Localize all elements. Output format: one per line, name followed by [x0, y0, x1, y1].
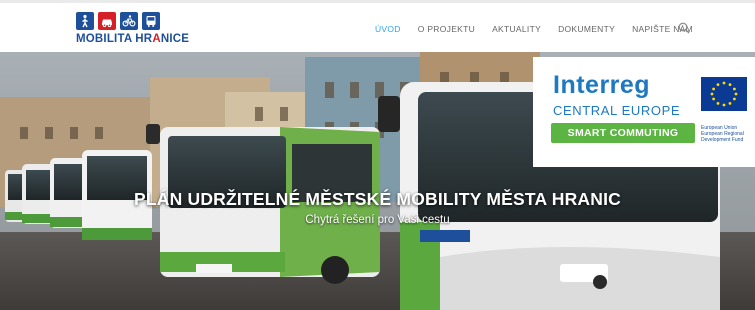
bicycle-icon: [120, 12, 138, 30]
bus-icon: [142, 12, 160, 30]
site-header: MOBILITA HRANICE ÚVOD O PROJEKTU AKTUALI…: [0, 0, 755, 52]
logo-text: MOBILITA HRANICE: [76, 33, 190, 45]
project-name: SMART COMMUTING: [551, 123, 695, 143]
hero-subtitle: Chytrá řešení pro Vaši cestu: [305, 214, 450, 226]
nav-item-uvod[interactable]: ÚVOD: [375, 24, 401, 34]
search-icon[interactable]: [677, 21, 691, 35]
interreg-brand: Interreg: [553, 71, 651, 99]
pedestrian-icon: [76, 12, 94, 30]
main-nav: ÚVOD O PROJEKTU AKTUALITY DOKUMENTY NAPI…: [375, 24, 693, 34]
hero-title: PLÁN UDRŽITELNÉ MĚSTSKÉ MOBILITY MĚSTA H…: [133, 189, 621, 209]
site-logo[interactable]: MOBILITA HRANICE: [76, 12, 196, 50]
nav-item-o-projektu[interactable]: O PROJEKTU: [418, 24, 475, 34]
nav-item-aktuality[interactable]: AKTUALITY: [492, 24, 541, 34]
eu-flag-icon: [701, 77, 747, 111]
eu-fund-text: European Union European Regional Develop…: [701, 125, 744, 143]
logo-icons: [76, 12, 196, 30]
car-icon: [98, 12, 116, 30]
interreg-program: CENTRAL EUROPE: [553, 103, 681, 118]
nav-item-dokumenty[interactable]: DOKUMENTY: [558, 24, 615, 34]
interreg-badge[interactable]: Interreg CENTRAL EUROPE SMART COMMUTING …: [533, 57, 755, 167]
